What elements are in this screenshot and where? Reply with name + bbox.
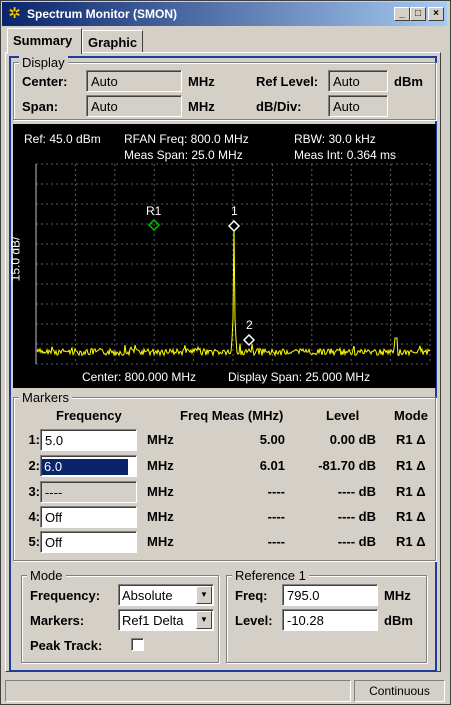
header-mode: Mode (394, 408, 428, 423)
spectrum-plot (35, 163, 431, 365)
tab-graphic[interactable]: Graphic (82, 30, 143, 52)
display-group-title: Display (19, 55, 68, 70)
graph-y-scale: 15.0 dB/ (8, 236, 23, 282)
status-bar-mode: Continuous (354, 680, 445, 702)
graph-ref-level: Ref: 45.0 dBm (24, 132, 101, 146)
marker-3-level: ---- dB (337, 484, 376, 499)
marker-4-freq-field[interactable]: Off (40, 506, 137, 528)
center-label: Center: (22, 74, 68, 89)
marker-1-diamond (227, 219, 241, 233)
spectrum-trace (36, 225, 431, 358)
header-frequency: Frequency (56, 408, 122, 423)
marker-3-unit: MHz (147, 484, 174, 499)
marker-2-level: -81.70 dB (318, 458, 376, 473)
marker-1-label-text: 1: (28, 432, 40, 447)
window-title: Spectrum Monitor (SMON) (27, 7, 177, 21)
reference-level-unit: dBm (384, 613, 413, 628)
marker-1-freq-field[interactable]: 5.0 (40, 429, 137, 451)
marker-3-freq-field[interactable]: ---- (40, 481, 137, 503)
marker-4-mode: R1 Δ (396, 509, 426, 524)
title-bar[interactable]: ✲ Spectrum Monitor (SMON) _ □ × (2, 2, 447, 26)
graph-meas-int: Meas Int: 0.364 ms (294, 148, 397, 162)
peak-track-label: Peak Track: (30, 638, 103, 653)
graph-rbw: RBW: 30.0 kHz (294, 132, 376, 146)
mode-frequency-label: Frequency: (30, 588, 101, 603)
graph-center: Center: 800.000 MHz (82, 370, 197, 384)
marker-1-unit: MHz (147, 432, 174, 447)
marker-5-label-text: 5: (28, 534, 40, 549)
mode-markers-select[interactable]: Ref1 Delta ▼ (118, 609, 214, 631)
mode-group-title: Mode (27, 568, 66, 583)
db-div-label: dB/Div: (256, 99, 302, 114)
ref-level-label: Ref Level: (256, 74, 319, 89)
close-button[interactable]: × (428, 7, 444, 21)
db-div-field[interactable]: Auto (328, 95, 388, 117)
graph-display-span: Display Span: 25.000 MHz (228, 370, 371, 384)
marker-1-meas: 5.00 (259, 432, 285, 447)
graph-rfan-freq: RFAN Freq: 800.0 MHz (124, 132, 249, 146)
maximize-button[interactable]: □ (410, 7, 426, 21)
mode-markers-label: Markers: (30, 613, 85, 628)
header-level: Level (326, 408, 360, 423)
spectrum-graph[interactable]: Ref: 45.0 dBm RFAN Freq: 800.0 MHz Meas … (8, 124, 436, 388)
peak-track-checkbox[interactable] (131, 638, 144, 651)
marker-2-label: 2 (246, 318, 253, 332)
marker-2-freq-field[interactable]: 6.0 (40, 455, 137, 477)
chevron-down-icon[interactable]: ▼ (196, 586, 212, 604)
marker-1-level: 0.00 dB (329, 432, 376, 447)
marker-1-mode: R1 Δ (396, 432, 426, 447)
marker-3-mode: R1 Δ (396, 484, 426, 499)
tab-summary[interactable]: Summary (7, 28, 82, 54)
marker-3-label-text: 3: (28, 484, 40, 499)
marker-2-meas: 6.01 (259, 458, 285, 473)
marker-5-meas: ---- (267, 534, 285, 549)
marker-5-level: ---- dB (337, 534, 376, 549)
marker-4-level: ---- dB (337, 509, 376, 524)
graph-meas-span: Meas Span: 25.0 MHz (124, 148, 243, 162)
chevron-down-icon[interactable]: ▼ (196, 611, 212, 629)
center-unit: MHz (188, 74, 215, 89)
reference-level-label: Level: (235, 613, 273, 628)
reference-level-field[interactable]: -10.28 (282, 609, 378, 631)
reference-freq-unit: MHz (384, 588, 411, 603)
center-field[interactable]: Auto (86, 70, 182, 92)
ref-level-unit: dBm (394, 74, 423, 89)
markers-group-title: Markers (19, 390, 72, 405)
marker-2-freq-selection: 6.0 (42, 459, 128, 475)
status-bar-main (5, 680, 351, 702)
span-field[interactable]: Auto (86, 95, 182, 117)
marker-5-freq-field[interactable]: Off (40, 531, 137, 553)
marker-r1-label: R1 (146, 204, 162, 218)
marker-1-label: 1 (231, 204, 238, 218)
marker-3-meas: ---- (267, 484, 285, 499)
span-label: Span: (22, 99, 59, 114)
reference-freq-field[interactable]: 795.0 (282, 584, 378, 606)
app-icon: ✲ (8, 5, 21, 22)
reference-freq-label: Freq: (235, 588, 268, 603)
marker-2-unit: MHz (147, 458, 174, 473)
reference-group-title: Reference 1 (232, 568, 309, 583)
header-freq-meas: Freq Meas (MHz) (180, 408, 284, 423)
mode-frequency-value: Absolute (122, 588, 173, 603)
mode-markers-value: Ref1 Delta (122, 613, 184, 628)
marker-5-mode: R1 Δ (396, 534, 426, 549)
marker-2-mode: R1 Δ (396, 458, 426, 473)
mode-frequency-select[interactable]: Absolute ▼ (118, 584, 214, 606)
marker-4-unit: MHz (147, 509, 174, 524)
ref-level-field[interactable]: Auto (328, 70, 388, 92)
span-unit: MHz (188, 99, 215, 114)
marker-5-unit: MHz (147, 534, 174, 549)
minimize-button[interactable]: _ (394, 7, 410, 21)
marker-2-label-text: 2: (28, 458, 40, 473)
marker-4-meas: ---- (267, 509, 285, 524)
marker-4-label-text: 4: (28, 509, 40, 524)
